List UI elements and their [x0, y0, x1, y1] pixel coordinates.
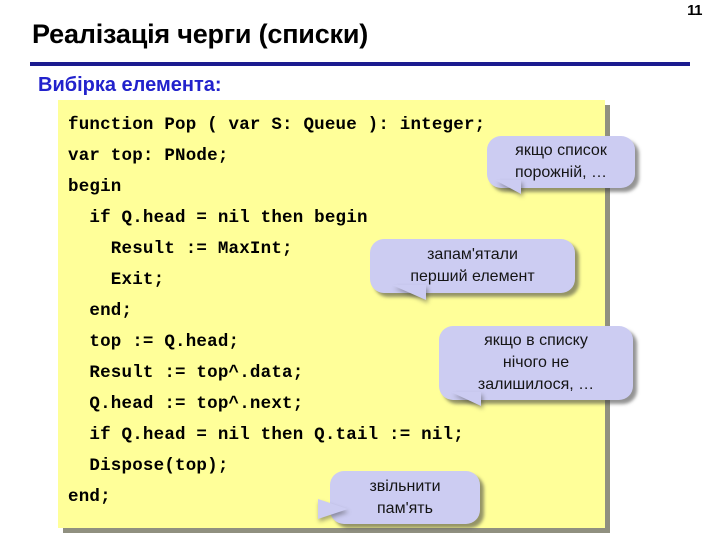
callout-text-line: якщо список — [515, 142, 607, 159]
page-number: 11 — [687, 2, 702, 19]
callout-free-memory: звільнити пам'ять — [318, 471, 480, 524]
callout-text-line: порожній, … — [514, 164, 608, 181]
callout-tail — [318, 499, 348, 519]
callout-tail — [451, 392, 481, 406]
callout-text-line: залишилося, … — [477, 376, 595, 393]
code-line: if Q.head = nil then Q.tail := nil; — [68, 425, 464, 445]
callout-text-line: звільнити — [369, 477, 441, 495]
callout-nothing-left: якщо в списку нічого не залишилося, … — [439, 326, 633, 406]
callout-empty-list: якщо список порожній, … — [487, 136, 635, 194]
callout-tail — [392, 285, 426, 300]
section-subtitle: Вибірка елемента: — [38, 74, 222, 96]
callout-text-line: запам'ятали — [427, 246, 518, 263]
code-line: end; — [68, 301, 133, 321]
slide: 11 Реалізація черги (списки) Вибірка еле… — [0, 0, 720, 540]
code-line: if Q.head = nil then begin — [68, 208, 368, 228]
callout-saved-first-element: запам'ятали перший елемент — [370, 239, 575, 300]
callout-text-line: нічого не — [502, 354, 570, 371]
title-divider — [30, 62, 690, 66]
callout-text-line: перший елемент — [410, 268, 535, 285]
callout-tail — [495, 180, 521, 194]
page-title: Реалізація черги (списки) — [32, 19, 369, 49]
callout-text-line: якщо в списку — [484, 332, 588, 349]
callout-text-line: пам'ять — [377, 499, 433, 517]
